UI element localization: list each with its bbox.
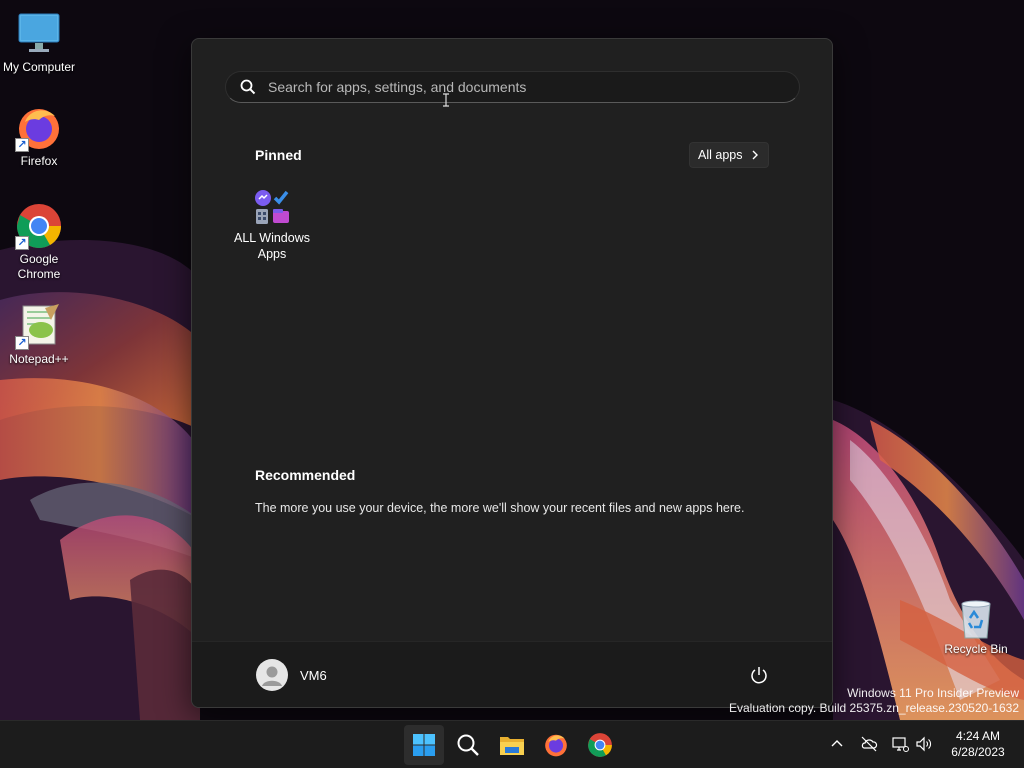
clock-date: 6/28/2023	[951, 745, 1005, 759]
shortcut-arrow-icon: ↗	[15, 336, 29, 350]
all-apps-button[interactable]: All apps	[689, 142, 769, 168]
start-search-box[interactable]	[225, 71, 800, 103]
pinned-title: Pinned	[255, 147, 302, 163]
start-icon	[413, 734, 435, 756]
watermark-edition: Windows 11 Pro Insider Preview	[847, 686, 1019, 700]
taskbar-search-button[interactable]	[448, 725, 488, 765]
monitor-icon	[15, 10, 63, 58]
desktop-icon-label: Google Chrome	[17, 252, 61, 281]
text-cursor-icon	[443, 93, 449, 107]
desktop-icon-google-chrome[interactable]: ↗ Google Chrome	[0, 202, 78, 282]
user-name[interactable]: VM6	[300, 668, 327, 683]
taskbar-file-explorer-button[interactable]	[492, 725, 532, 765]
notepad-plus-plus-icon: ↗	[15, 302, 63, 350]
chevron-right-icon	[752, 150, 758, 160]
recycle-bin-icon	[961, 600, 991, 639]
desktop-icon-my-computer[interactable]: My Computer	[0, 10, 78, 75]
recommended-title: Recommended	[255, 467, 356, 483]
desktop-icon-label: My Computer	[2, 60, 76, 74]
firefox-icon: ↗	[15, 104, 63, 152]
taskbar-clock[interactable]: 4:24 AM 6/28/2023	[940, 728, 1016, 760]
file-explorer-icon	[500, 737, 524, 755]
desktop-icon-label: Recycle Bin	[944, 642, 1008, 656]
chrome-icon: ↗	[15, 202, 63, 250]
desktop-icon-label: Firefox	[20, 154, 58, 168]
pinned-app-all-windows-apps[interactable]: ALL Windows Apps	[228, 187, 316, 262]
taskbar-chrome-button[interactable]	[580, 725, 620, 765]
pinned-app-label: ALL Windows Apps	[234, 231, 310, 261]
search-icon	[240, 79, 256, 95]
app-folder-icon	[255, 190, 289, 224]
avatar[interactable]	[256, 659, 288, 691]
shortcut-arrow-icon: ↗	[15, 138, 29, 152]
desktop-icon-label: Notepad++	[9, 352, 69, 366]
windows-watermark: Windows 11 Pro Insider Preview Evaluatio…	[729, 686, 1019, 716]
all-apps-label: All apps	[698, 148, 743, 162]
user-icon	[262, 666, 282, 686]
search-icon	[457, 734, 479, 756]
chevron-up-icon[interactable]	[828, 735, 846, 753]
power-icon[interactable]	[748, 664, 770, 686]
recommended-empty-text: The more you use your device, the more w…	[255, 501, 745, 515]
clock-time: 4:24 AM	[955, 729, 1001, 743]
network-icon[interactable]	[891, 735, 909, 753]
desktop-icon-firefox[interactable]: ↗ Firefox	[0, 104, 78, 169]
start-button[interactable]	[404, 725, 444, 765]
watermark-build: Evaluation copy. Build 25375.zn_release.…	[729, 701, 1019, 715]
search-input[interactable]	[268, 79, 768, 95]
taskbar-firefox-button[interactable]	[536, 725, 576, 765]
taskbar: 4:24 AM 6/28/2023	[0, 720, 1024, 768]
desktop-icon-notepad-plus-plus[interactable]: ↗ Notepad++	[0, 302, 78, 367]
shortcut-arrow-icon: ↗	[15, 236, 29, 250]
desktop-icon-recycle-bin[interactable]: Recycle Bin	[940, 596, 1012, 656]
volume-icon[interactable]	[915, 735, 933, 753]
firefox-icon	[545, 734, 567, 757]
start-menu: Pinned All apps ALL Windows Apps Recomme…	[191, 38, 833, 708]
chrome-icon	[588, 733, 612, 757]
cloud-off-icon[interactable]	[860, 735, 878, 753]
